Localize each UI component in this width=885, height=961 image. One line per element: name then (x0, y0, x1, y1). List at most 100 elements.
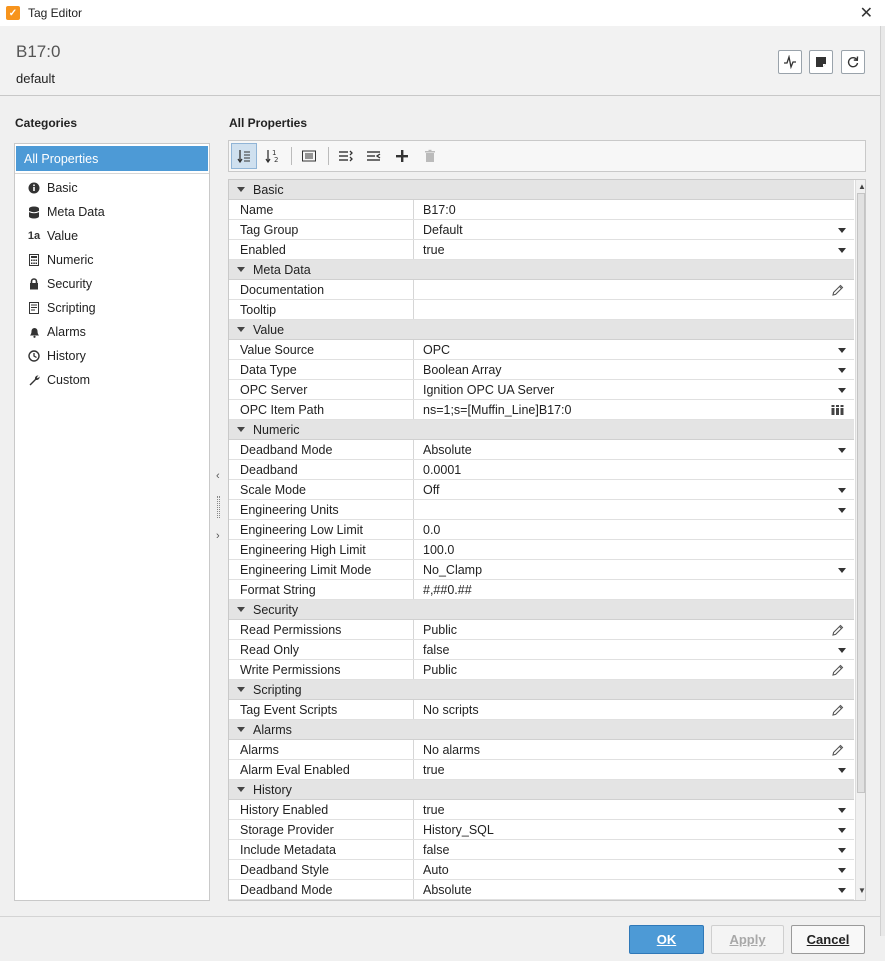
category-scripting[interactable]: Scripting (15, 296, 209, 320)
property-value[interactable]: true (414, 760, 854, 779)
scroll-down-icon[interactable]: ▼ (858, 886, 865, 895)
property-value[interactable]: Public (414, 620, 854, 639)
property-value[interactable] (414, 280, 854, 299)
category-row-header[interactable]: Alarms (229, 720, 292, 739)
property-value[interactable]: false (414, 840, 854, 859)
category-row-header[interactable]: History (229, 780, 292, 799)
category-row-numeric[interactable]: Numeric (229, 420, 854, 440)
sort-categorized-button[interactable] (231, 143, 257, 169)
property-value[interactable]: Off (414, 480, 854, 499)
apply-button[interactable]: Apply (711, 925, 784, 954)
property-row-include-metadata[interactable]: Include Metadata false (229, 840, 854, 860)
pencil-icon[interactable] (831, 663, 845, 677)
category-row-scripting[interactable]: Scripting (229, 680, 854, 700)
tag-diagnostics-button[interactable] (778, 50, 802, 74)
property-value[interactable]: 0.0 (414, 520, 854, 539)
dropdown-arrow-icon[interactable] (838, 248, 846, 253)
panel-splitter[interactable]: ‹ › (213, 470, 225, 550)
category-row-value[interactable]: Value (229, 320, 854, 340)
dropdown-arrow-icon[interactable] (838, 828, 846, 833)
category-row-header[interactable]: Security (229, 600, 298, 619)
splitter-grip[interactable] (217, 496, 220, 518)
dropdown-arrow-icon[interactable] (838, 228, 846, 233)
property-row-enabled[interactable]: Enabled true (229, 240, 854, 260)
category-value[interactable]: 1a Value (15, 224, 209, 248)
property-row-tag-group[interactable]: Tag Group Default (229, 220, 854, 240)
property-row-opc-server[interactable]: OPC Server Ignition OPC UA Server (229, 380, 854, 400)
property-value[interactable]: Ignition OPC UA Server (414, 380, 854, 399)
collapse-triangle-icon[interactable] (237, 427, 245, 432)
collapse-triangle-icon[interactable] (237, 787, 245, 792)
dropdown-arrow-icon[interactable] (838, 348, 846, 353)
property-value[interactable]: true (414, 800, 854, 819)
category-row-header[interactable]: Meta Data (229, 260, 311, 279)
property-row-deadband-style[interactable]: Deadband Style Auto (229, 860, 854, 880)
tag-browse-icon[interactable] (831, 404, 845, 416)
pencil-icon[interactable] (831, 283, 845, 297)
property-row-read-only[interactable]: Read Only false (229, 640, 854, 660)
category-row-alarms[interactable]: Alarms (229, 720, 854, 740)
property-row-engineering-limit-mode[interactable]: Engineering Limit Mode No_Clamp (229, 560, 854, 580)
expand-all-button[interactable] (333, 143, 359, 169)
show-descriptions-button[interactable] (296, 143, 322, 169)
dropdown-arrow-icon[interactable] (838, 768, 846, 773)
dropdown-arrow-icon[interactable] (838, 388, 846, 393)
property-value[interactable] (414, 300, 854, 319)
property-value[interactable]: ns=1;s=[Muffin_Line]B17:0 (414, 400, 854, 419)
property-row-opc-item-path[interactable]: OPC Item Path ns=1;s=[Muffin_Line]B17:0 (229, 400, 854, 420)
dropdown-arrow-icon[interactable] (838, 568, 846, 573)
property-value[interactable] (414, 500, 854, 519)
dropdown-arrow-icon[interactable] (838, 368, 846, 373)
property-row-engineering-low-limit[interactable]: Engineering Low Limit 0.0 (229, 520, 854, 540)
property-value[interactable]: B17:0 (414, 200, 854, 219)
property-value[interactable]: 0.0001 (414, 460, 854, 479)
dropdown-arrow-icon[interactable] (838, 508, 846, 513)
property-row-tooltip[interactable]: Tooltip (229, 300, 854, 320)
category-history[interactable]: History (15, 344, 209, 368)
cancel-button[interactable]: Cancel (791, 925, 865, 954)
property-grid-scrollbar[interactable]: ▲ ▼ (855, 180, 865, 900)
category-row-meta-data[interactable]: Meta Data (229, 260, 854, 280)
property-value[interactable]: No scripts (414, 700, 854, 719)
property-row-deadband-mode[interactable]: Deadband Mode Absolute (229, 880, 854, 900)
property-row-read-permissions[interactable]: Read Permissions Public (229, 620, 854, 640)
property-value[interactable]: true (414, 240, 854, 259)
category-meta-data[interactable]: Meta Data (15, 200, 209, 224)
property-row-scale-mode[interactable]: Scale Mode Off (229, 480, 854, 500)
expand-right-icon[interactable]: › (216, 530, 220, 542)
property-row-deadband-mode[interactable]: Deadband Mode Absolute (229, 440, 854, 460)
property-row-tag-event-scripts[interactable]: Tag Event Scripts No scripts (229, 700, 854, 720)
add-property-button[interactable] (389, 143, 415, 169)
notes-button[interactable] (809, 50, 833, 74)
property-value[interactable]: No alarms (414, 740, 854, 759)
scroll-up-icon[interactable]: ▲ (858, 182, 865, 191)
property-row-value-source[interactable]: Value Source OPC (229, 340, 854, 360)
dropdown-arrow-icon[interactable] (838, 848, 846, 853)
property-value[interactable]: No_Clamp (414, 560, 854, 579)
collapse-all-button[interactable] (361, 143, 387, 169)
collapse-triangle-icon[interactable] (237, 607, 245, 612)
property-value[interactable]: false (414, 640, 854, 659)
collapse-triangle-icon[interactable] (237, 727, 245, 732)
scrollbar-thumb[interactable] (857, 193, 865, 793)
category-numeric[interactable]: Numeric (15, 248, 209, 272)
property-value[interactable]: Default (414, 220, 854, 239)
property-value[interactable]: Absolute (414, 440, 854, 459)
pencil-icon[interactable] (831, 623, 845, 637)
dropdown-arrow-icon[interactable] (838, 448, 846, 453)
collapse-triangle-icon[interactable] (237, 267, 245, 272)
close-icon[interactable]: ✕ (860, 3, 873, 23)
category-row-header[interactable]: Scripting (229, 680, 302, 699)
property-row-deadband[interactable]: Deadband 0.0001 (229, 460, 854, 480)
collapse-triangle-icon[interactable] (237, 187, 245, 192)
property-value[interactable]: History_SQL (414, 820, 854, 839)
property-row-engineering-high-limit[interactable]: Engineering High Limit 100.0 (229, 540, 854, 560)
category-row-history[interactable]: History (229, 780, 854, 800)
collapse-left-icon[interactable]: ‹ (216, 470, 220, 482)
category-security[interactable]: Security (15, 272, 209, 296)
property-row-engineering-units[interactable]: Engineering Units (229, 500, 854, 520)
property-value[interactable]: 100.0 (414, 540, 854, 559)
category-row-basic[interactable]: Basic (229, 180, 854, 200)
dropdown-arrow-icon[interactable] (838, 808, 846, 813)
category-alarms[interactable]: Alarms (15, 320, 209, 344)
